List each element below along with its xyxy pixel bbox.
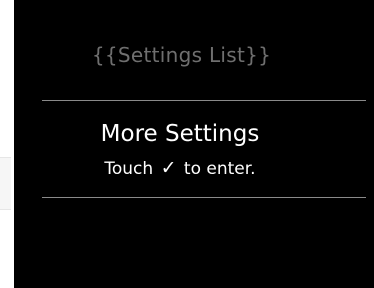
hint-text-after: to enter. — [183, 159, 256, 179]
adjacent-panel-edge — [0, 157, 11, 210]
list-item-more-settings[interactable]: More Settings Touch ✓ to enter. — [42, 101, 366, 197]
check-icon: ✓ — [160, 157, 177, 179]
list-item-hint: Touch ✓ to enter. — [42, 157, 318, 180]
divider-bottom — [42, 197, 366, 198]
settings-list-title: {{Settings List}} — [91, 43, 272, 67]
list-item-label: More Settings — [100, 121, 260, 147]
settings-screen: {{Settings List}} More Settings Touch ✓ … — [14, 0, 374, 288]
hint-text-before: Touch — [104, 159, 154, 179]
left-margin — [0, 0, 14, 288]
